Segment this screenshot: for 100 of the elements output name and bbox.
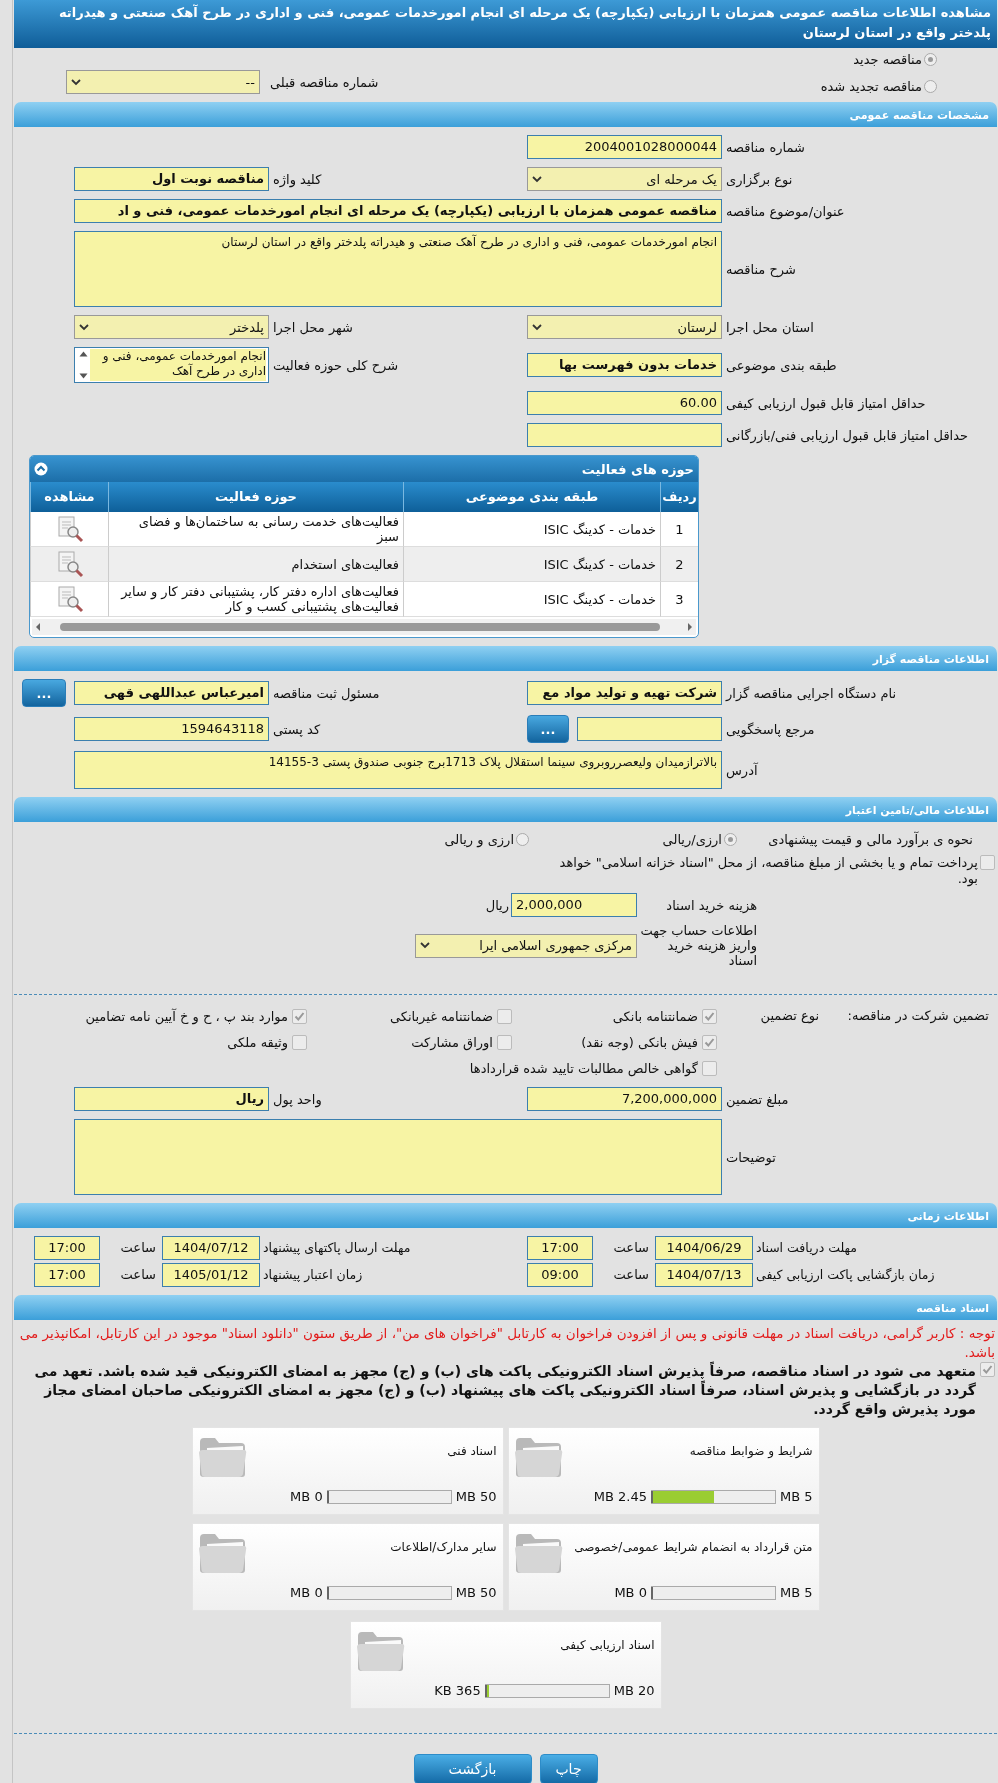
scrollbar[interactable] [32, 619, 696, 635]
field-label: هزینه خرید اسناد [665, 897, 757, 913]
table-cell: خدمات - کدینگ ISIC [403, 582, 660, 617]
field-label: زمان بازگشایی پاکت ارزیابی کیفی [755, 1266, 936, 1285]
checkbox[interactable] [292, 1034, 307, 1050]
date-field[interactable]: 1404/06/29 [655, 1236, 753, 1260]
size-used: 0 MB [290, 1489, 323, 1504]
column-header[interactable]: طبقه بندی موضوعی [403, 482, 660, 512]
document-magnifier-icon[interactable] [55, 550, 84, 578]
collapse-icon[interactable] [34, 462, 48, 476]
field-label: استان محل اجرا [725, 319, 815, 335]
column-header[interactable]: حوزه فعالیت [108, 482, 403, 512]
notice-text: توجه : کاربر گرامی، دریافت اسناد در مهلت قانونی و پس از افزودن فراخوان به کارتابل "فراخوان های من"، از طریق ستون "دانلود اسناد" موجود در این کارتابل، امکانپذیر می باشد. [18, 1324, 996, 1361]
table-cell: خدمات - کدینگ ISIC [403, 547, 660, 582]
text-field[interactable]: مناقصه نوبت اول [74, 167, 269, 191]
field-label: شرح کلی حوزه فعالیت [272, 357, 400, 373]
table-cell: فعالیت‌های اداره دفتر کار، پشتیبانی دفتر کار و سایر فعالیت‌های پشتیبانی کسب و کار [108, 582, 403, 617]
text-field[interactable] [577, 717, 722, 741]
section-header: اطلاعات مناقصه گزار [14, 646, 997, 671]
field-label: نحوه ی برآورد مالی و قیمت پیشنهادی [767, 832, 973, 847]
field-label: مبلغ تضمین [725, 1091, 790, 1107]
column-header[interactable]: ردیف [660, 482, 698, 512]
caret-icon [420, 942, 430, 949]
scroll-down-icon[interactable] [79, 373, 88, 379]
caret-icon [79, 323, 89, 331]
scroll-up-icon[interactable] [79, 351, 88, 357]
caret-icon [71, 78, 81, 86]
dropdown[interactable]: مرکزی جمهوری اسلامی ایرا [415, 933, 637, 958]
field-label: زمان اعتبار پیشنهاد [262, 1266, 364, 1284]
field-label: واحد پول [272, 1091, 323, 1107]
dropdown[interactable]: یک مرحله ای [527, 167, 722, 191]
size-limit: 5 MB [779, 1585, 813, 1600]
text-area[interactable]: انجام امورخدمات عمومی، فنی و اداری در طرح آهک صنعتی و هیدراته پلدختر واقع در استان لرستان [74, 231, 722, 307]
checkbox-label: ضمانتنامه بانکی [612, 1008, 698, 1024]
checkbox-label: ضمانتنامه غیربانکی [389, 1008, 493, 1024]
radio-label: مناقصه تجدید شده [820, 79, 922, 94]
checkbox[interactable] [702, 1060, 717, 1076]
checkbox[interactable] [980, 855, 995, 870]
time-field[interactable]: 17:00 [34, 1236, 100, 1260]
dropdown[interactable]: پلدختر [74, 315, 269, 339]
checkbox[interactable] [702, 1034, 717, 1050]
date-field[interactable]: 1404/07/13 [655, 1263, 753, 1287]
checkbox[interactable] [292, 1008, 307, 1024]
radio-button[interactable] [724, 833, 737, 846]
text-area[interactable] [74, 1119, 722, 1195]
checkbox[interactable] [497, 1008, 512, 1024]
table-cell: خدمات - کدینگ ISIC [403, 512, 660, 547]
document-magnifier-icon[interactable] [55, 515, 84, 543]
time-field[interactable]: 17:00 [527, 1236, 593, 1260]
field-label: ساعت [119, 1239, 157, 1257]
size-limit: 50 MB [455, 1585, 497, 1600]
document-title: سایر مدارک/اطلاعات [389, 1540, 497, 1554]
text-field[interactable] [527, 423, 722, 447]
text-field[interactable]: امیرعباس عبداللهی قهی [74, 681, 269, 705]
field-label: عنوان/موضوع مناقصه [725, 203, 846, 219]
text-field[interactable]: 7,200,000,000 [527, 1087, 722, 1111]
commitment-text: متعهد می شود در اسناد مناقصه، صرفاً پذیرش اسناد الکترونیکی پاکت های (ب) و (ج) مجهز به امضای الکترونیکی قید شده باشد. تعهد می گردد در بازگشایی و پذیرش اسناد، صرفاً اسناد الکترونیکی پاکت های پیشنهاد (ب) و (ج) مجهز به امضای الکترونیکی صاحبان امضای مجاز مورد پذیرش واقع گردد. [33, 1362, 976, 1419]
field-label: شماره مناقصه قبلی [270, 74, 379, 90]
time-field[interactable]: 17:00 [34, 1263, 100, 1287]
checkbox[interactable] [980, 1362, 995, 1377]
date-field[interactable]: 1405/01/12 [162, 1263, 260, 1287]
text-field[interactable]: 60.00 [527, 391, 722, 415]
text-field[interactable]: ریال [74, 1087, 269, 1111]
text-field[interactable]: 1594643118 [74, 717, 269, 741]
size-used: 365 KB [434, 1683, 481, 1698]
field-label: نوع تضمین [759, 1007, 819, 1026]
checkbox[interactable] [497, 1034, 512, 1050]
text-field[interactable]: شرکت تهیه و تولید مواد مع [527, 681, 722, 705]
radio-label: ارزی/ریالی [662, 832, 722, 847]
browse-button[interactable]: ... [22, 679, 66, 707]
section-header: اطلاعات زمانی [14, 1203, 997, 1228]
radio-button[interactable] [516, 833, 529, 846]
date-field[interactable]: 1404/07/12 [162, 1236, 260, 1260]
radio-button[interactable] [924, 80, 937, 93]
time-field[interactable]: 09:00 [527, 1263, 593, 1287]
column-header[interactable]: مشاهده [30, 482, 108, 512]
text-field[interactable]: 2,000,000 [511, 893, 637, 917]
document-magnifier-icon[interactable] [55, 585, 84, 613]
field-label: آدرس [725, 762, 759, 778]
browse-button[interactable]: ... [527, 715, 569, 743]
scroll-list[interactable]: انجام امورخدمات عمومی، فنی و اداری در طرح آهک [74, 347, 269, 383]
text-field[interactable]: 2004001028000044 [527, 135, 722, 159]
dropdown[interactable]: لرستان [527, 315, 722, 339]
text-field[interactable]: مناقصه عمومی همزمان با ارزیابی (یکپارچه) یک مرحله ای انجام امورخدمات عمومی، فنی و اد [74, 199, 722, 223]
text-area[interactable]: بالاترازمیدان ولیعصرروبروی سینما استقلال پلاک 1713برج جنوبی صندوق پستی 3-14155 [74, 751, 722, 789]
dropdown[interactable]: -- [66, 70, 260, 94]
action-button[interactable]: بازگشت [413, 1754, 532, 1783]
field-label: تضمین شرکت در مناقصه: [846, 1007, 989, 1026]
action-button[interactable]: چاپ [539, 1754, 598, 1783]
checkbox[interactable] [702, 1008, 717, 1024]
table-cell: 1 [660, 512, 698, 547]
document-title: متن قرارداد به انضمام شرایط عمومی/خصوصی [574, 1540, 813, 1554]
text-field[interactable]: خدمات بدون فهرست بها [527, 353, 722, 377]
section-header: مشخصات مناقصه عمومی [14, 102, 997, 127]
field-label: حداقل امتیاز قابل قبول ارزیابی فنی/بازرگانی [725, 427, 970, 443]
field-label: شماره مناقصه [725, 139, 806, 155]
field-label: توضیحات [725, 1149, 777, 1165]
radio-button[interactable] [924, 53, 937, 66]
document-title: اسناد ارزیابی کیفی [559, 1638, 655, 1652]
field-label: مسئول ثبت مناقصه [272, 685, 381, 701]
